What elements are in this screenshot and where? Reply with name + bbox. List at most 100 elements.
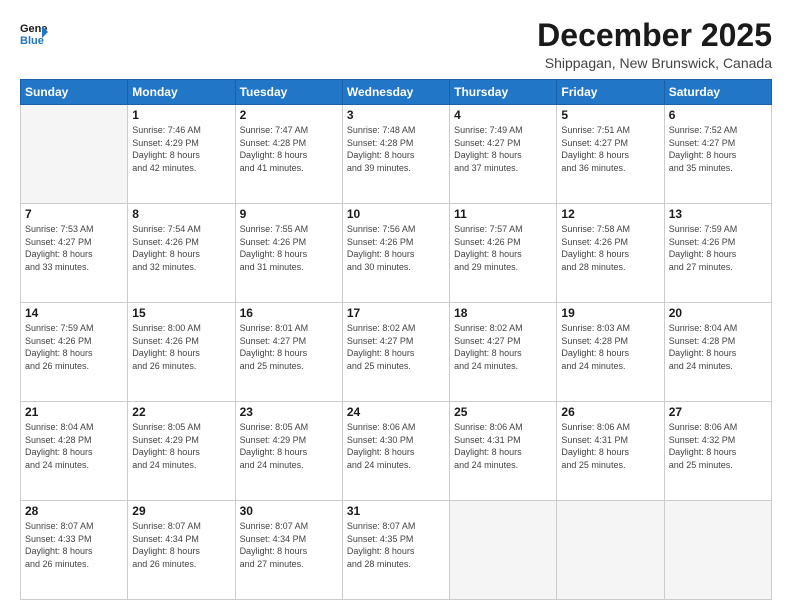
calendar-cell-w5-d2: 29Sunrise: 8:07 AMSunset: 4:34 PMDayligh… (128, 501, 235, 600)
day-info: Sunrise: 8:04 AMSunset: 4:28 PMDaylight:… (25, 421, 123, 471)
week-row-2: 7Sunrise: 7:53 AMSunset: 4:27 PMDaylight… (21, 204, 772, 303)
calendar-cell-w4-d7: 27Sunrise: 8:06 AMSunset: 4:32 PMDayligh… (664, 402, 771, 501)
week-row-3: 14 Sunrise: 7:59 AMSunset: 4:26 PMDayligh… (21, 303, 772, 402)
day-info: Sunrise: 8:07 AMSunset: 4:35 PMDaylight:… (347, 520, 445, 570)
page: General Blue December 2025 Shippagan, Ne… (0, 0, 792, 612)
calendar-cell-w5-d3: 30 Sunrise: 8:07 AMSunset: 4:34 PMDayligh… (235, 501, 342, 600)
calendar-cell-w1-d2: 1 Sunrise: 7:46 AMSunset: 4:29 PMDaylight… (128, 105, 235, 204)
calendar-cell-w2-d5: 11Sunrise: 7:57 AMSunset: 4:26 PMDayligh… (450, 204, 557, 303)
day-number: 30 (240, 504, 338, 518)
calendar-cell-w3-d6: 19 Sunrise: 8:03 AMSunset: 4:28 PMDayligh… (557, 303, 664, 402)
calendar-cell-w5-d5 (450, 501, 557, 600)
day-info: Sunrise: 8:05 AMSunset: 4:29 PMDaylight:… (240, 421, 338, 471)
calendar-cell-w3-d5: 18Sunrise: 8:02 AMSunset: 4:27 PMDayligh… (450, 303, 557, 402)
header-saturday: Saturday (664, 80, 771, 105)
day-info: Sunrise: 8:02 AMSunset: 4:27 PMDaylight:… (454, 322, 552, 372)
calendar-cell-w1-d3: 2 Sunrise: 7:47 AMSunset: 4:28 PMDaylight… (235, 105, 342, 204)
day-info: Sunrise: 7:46 AMSunset: 4:29 PMDaylight:… (132, 124, 230, 174)
day-info: Sunrise: 7:52 AMSunset: 4:27 PMDaylight:… (669, 124, 767, 174)
calendar-cell-w2-d1: 7Sunrise: 7:53 AMSunset: 4:27 PMDaylight… (21, 204, 128, 303)
day-info: Sunrise: 8:00 AMSunset: 4:26 PMDaylight:… (132, 322, 230, 372)
day-info: Sunrise: 8:07 AMSunset: 4:34 PMDaylight:… (240, 520, 338, 570)
day-info: Sunrise: 7:51 AMSunset: 4:27 PMDaylight:… (561, 124, 659, 174)
day-number: 29 (132, 504, 230, 518)
day-info: Sunrise: 8:06 AMSunset: 4:30 PMDaylight:… (347, 421, 445, 471)
day-number: 5 (561, 108, 659, 122)
day-info: Sunrise: 8:05 AMSunset: 4:29 PMDaylight:… (132, 421, 230, 471)
day-number: 20 (669, 306, 767, 320)
calendar-cell-w3-d2: 15Sunrise: 8:00 AMSunset: 4:26 PMDayligh… (128, 303, 235, 402)
calendar-cell-w2-d6: 12 Sunrise: 7:58 AMSunset: 4:26 PMDayligh… (557, 204, 664, 303)
calendar-cell-w3-d7: 20 Sunrise: 8:04 AMSunset: 4:28 PMDayligh… (664, 303, 771, 402)
day-number: 27 (669, 405, 767, 419)
subtitle: Shippagan, New Brunswick, Canada (537, 55, 772, 71)
calendar-cell-w2-d2: 8Sunrise: 7:54 AMSunset: 4:26 PMDaylight… (128, 204, 235, 303)
day-info: Sunrise: 8:03 AMSunset: 4:28 PMDaylight:… (561, 322, 659, 372)
day-number: 10 (347, 207, 445, 221)
logo-icon: General Blue (20, 18, 48, 46)
calendar-cell-w4-d3: 23 Sunrise: 8:05 AMSunset: 4:29 PMDayligh… (235, 402, 342, 501)
calendar-cell-w5-d1: 28Sunrise: 8:07 AMSunset: 4:33 PMDayligh… (21, 501, 128, 600)
day-number: 13 (669, 207, 767, 221)
week-row-5: 28Sunrise: 8:07 AMSunset: 4:33 PMDayligh… (21, 501, 772, 600)
day-number: 14 (25, 306, 123, 320)
day-number: 23 (240, 405, 338, 419)
day-number: 4 (454, 108, 552, 122)
weekday-header-row: Sunday Monday Tuesday Wednesday Thursday… (21, 80, 772, 105)
calendar-cell-w1-d6: 5 Sunrise: 7:51 AMSunset: 4:27 PMDaylight… (557, 105, 664, 204)
day-number: 11 (454, 207, 552, 221)
day-number: 9 (240, 207, 338, 221)
svg-text:Blue: Blue (20, 35, 44, 46)
day-number: 2 (240, 108, 338, 122)
calendar-cell-w5-d4: 31 Sunrise: 8:07 AMSunset: 4:35 PMDayligh… (342, 501, 449, 600)
calendar-cell-w3-d4: 17 Sunrise: 8:02 AMSunset: 4:27 PMDayligh… (342, 303, 449, 402)
calendar-cell-w3-d1: 14 Sunrise: 7:59 AMSunset: 4:26 PMDayligh… (21, 303, 128, 402)
title-block: December 2025 Shippagan, New Brunswick, … (537, 18, 772, 71)
day-number: 24 (347, 405, 445, 419)
header-tuesday: Tuesday (235, 80, 342, 105)
day-info: Sunrise: 7:58 AMSunset: 4:26 PMDaylight:… (561, 223, 659, 273)
calendar-cell-w2-d7: 13 Sunrise: 7:59 AMSunset: 4:26 PMDayligh… (664, 204, 771, 303)
day-info: Sunrise: 7:54 AMSunset: 4:26 PMDaylight:… (132, 223, 230, 273)
day-number: 1 (132, 108, 230, 122)
day-info: Sunrise: 7:48 AMSunset: 4:28 PMDaylight:… (347, 124, 445, 174)
header-monday: Monday (128, 80, 235, 105)
header-friday: Friday (557, 80, 664, 105)
day-number: 25 (454, 405, 552, 419)
day-info: Sunrise: 8:01 AMSunset: 4:27 PMDaylight:… (240, 322, 338, 372)
day-number: 12 (561, 207, 659, 221)
day-info: Sunrise: 7:59 AMSunset: 4:26 PMDaylight:… (25, 322, 123, 372)
day-info: Sunrise: 8:06 AMSunset: 4:31 PMDaylight:… (561, 421, 659, 471)
week-row-1: 1 Sunrise: 7:46 AMSunset: 4:29 PMDaylight… (21, 105, 772, 204)
day-number: 7 (25, 207, 123, 221)
day-info: Sunrise: 7:56 AMSunset: 4:26 PMDaylight:… (347, 223, 445, 273)
calendar-cell-w1-d7: 6 Sunrise: 7:52 AMSunset: 4:27 PMDaylight… (664, 105, 771, 204)
day-number: 3 (347, 108, 445, 122)
week-row-4: 21 Sunrise: 8:04 AMSunset: 4:28 PMDayligh… (21, 402, 772, 501)
day-info: Sunrise: 7:59 AMSunset: 4:26 PMDaylight:… (669, 223, 767, 273)
main-title: December 2025 (537, 18, 772, 53)
header-sunday: Sunday (21, 80, 128, 105)
day-info: Sunrise: 8:04 AMSunset: 4:28 PMDaylight:… (669, 322, 767, 372)
day-info: Sunrise: 8:02 AMSunset: 4:27 PMDaylight:… (347, 322, 445, 372)
calendar-table: Sunday Monday Tuesday Wednesday Thursday… (20, 79, 772, 600)
calendar-cell-w5-d6 (557, 501, 664, 600)
calendar-cell-w2-d4: 10 Sunrise: 7:56 AMSunset: 4:26 PMDayligh… (342, 204, 449, 303)
day-number: 19 (561, 306, 659, 320)
day-info: Sunrise: 7:47 AMSunset: 4:28 PMDaylight:… (240, 124, 338, 174)
calendar-cell-w2-d3: 9Sunrise: 7:55 AMSunset: 4:26 PMDaylight… (235, 204, 342, 303)
calendar-cell-w3-d3: 16 Sunrise: 8:01 AMSunset: 4:27 PMDayligh… (235, 303, 342, 402)
calendar-cell-w4-d1: 21 Sunrise: 8:04 AMSunset: 4:28 PMDayligh… (21, 402, 128, 501)
day-info: Sunrise: 8:06 AMSunset: 4:31 PMDaylight:… (454, 421, 552, 471)
day-info: Sunrise: 8:07 AMSunset: 4:33 PMDaylight:… (25, 520, 123, 570)
day-number: 31 (347, 504, 445, 518)
day-number: 6 (669, 108, 767, 122)
calendar-cell-w1-d5: 4Sunrise: 7:49 AMSunset: 4:27 PMDaylight… (450, 105, 557, 204)
calendar-cell-w4-d6: 26Sunrise: 8:06 AMSunset: 4:31 PMDayligh… (557, 402, 664, 501)
day-number: 21 (25, 405, 123, 419)
day-number: 16 (240, 306, 338, 320)
calendar-cell-w4-d4: 24 Sunrise: 8:06 AMSunset: 4:30 PMDayligh… (342, 402, 449, 501)
day-number: 17 (347, 306, 445, 320)
logo: General Blue (20, 18, 48, 46)
day-number: 22 (132, 405, 230, 419)
